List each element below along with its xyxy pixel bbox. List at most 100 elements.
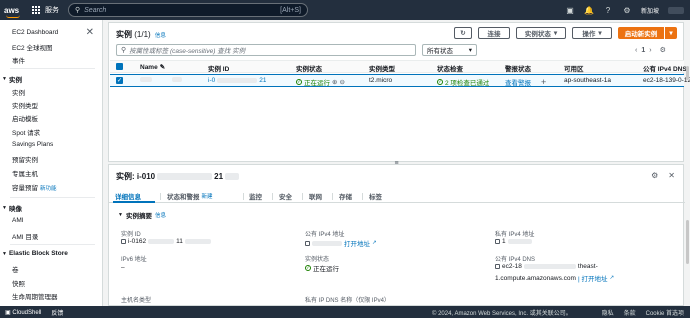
info-link[interactable]: 信息 [155,211,166,219]
sidebar-item-ami-catalog[interactable]: AMI 目录 [12,231,38,241]
prev-page-icon[interactable]: ‹ [635,47,637,54]
launch-instance-button[interactable]: 启动新实例 [618,27,664,39]
sidebar-item-capacity[interactable]: 容量预留 新功能 [12,182,57,192]
aws-logo[interactable]: aws [4,6,26,18]
feedback-link[interactable]: 反馈 [51,308,63,317]
sidebar-item-ami[interactable]: AMI [12,217,24,224]
copy-icon[interactable] [495,264,500,269]
horizontal-scrollbar[interactable] [110,151,684,156]
info-link[interactable]: 信息 [155,33,166,39]
global-search-input[interactable]: ⚲ Search [Alt+S] [68,3,308,17]
open-address-link[interactable]: | 打开地址 [578,273,608,283]
refresh-button[interactable]: ↻ [454,27,472,39]
sidebar-section-label: Elastic Block Store [8,250,68,257]
caret-down-icon: ▾ [598,30,602,37]
connect-button[interactable]: 连接 [478,27,510,39]
add-alarm-icon[interactable]: + [541,77,546,87]
column-status-check[interactable]: 状态检查 [437,63,463,73]
column-az[interactable]: 可用区 [564,63,584,73]
external-link-icon: ↗ [372,240,377,246]
status-check-value[interactable]: ✓ 2 项检查已通过 [437,77,489,87]
instance-filter-input[interactable]: ⚲ 按属性或标签 (case-sensitive) 查找 实例 [116,44,416,56]
copy-icon[interactable] [121,239,126,244]
services-grid-icon[interactable] [32,5,41,15]
sidebar-item-dedicated-hosts[interactable]: 专属主机 [12,168,38,178]
search-icon: ⚲ [121,47,127,54]
copyright-text: © 2024, Amazon Web Services, Inc. 或其关联公司… [432,310,572,317]
sidebar-item-savings-plans[interactable]: Savings Plans [12,141,53,148]
table-row[interactable]: ✓ i-0 21 ✓ 正在运行 ⊕ ⊖ t2.micro ✓ 2 项检查已通过 查看警报 +… [110,74,690,87]
close-sidebar-icon[interactable]: ✕ [86,27,94,38]
sidebar-item-dashboard[interactable]: EC2 Dashboard [12,29,58,36]
sidebar-item-volumes[interactable]: 卷 [12,264,19,274]
open-address-link[interactable]: 打开地址 [344,238,370,248]
help-icon[interactable]: ? [603,5,613,15]
vertical-scrollbar[interactable] [686,66,689,80]
column-instance-state[interactable]: 实例状态 [296,63,322,73]
table-header: Name ✎ 实例 ID 实例状态 实例类型 状态检查 警报状态 可用区 公有 I… [110,60,687,73]
success-icon: ✓ [305,265,311,271]
vertical-scrollbar-details[interactable] [686,220,689,264]
sidebar-section-images[interactable]: ▼ 映像 [2,203,22,213]
state-filter-select[interactable]: 所有状态 ▾ [422,44,477,56]
launch-dropdown-button[interactable]: ▾ [665,27,677,39]
services-menu[interactable]: 服务 [45,5,59,15]
view-alarms-link[interactable]: 查看警报 + [505,77,546,87]
sidebar-item-launch-templates[interactable]: 启动模板 [12,113,38,123]
column-instance-id[interactable]: 实例 ID [208,63,229,73]
terms-link[interactable]: 条款 [624,308,636,317]
cookie-preferences-link[interactable]: Cookie 首选项 [646,308,684,317]
sidebar-item-global-view[interactable]: EC2 全球视图 [12,42,52,52]
region-selector[interactable]: 新加坡 [641,6,659,15]
instance-summary-header[interactable]: ▼ 实例摘要 信息 [118,210,166,220]
tab-networking[interactable]: 联网 [309,191,322,201]
sidebar-section-ebs[interactable]: ▼ Elastic Block Store [2,250,68,257]
notifications-icon[interactable]: 🔔 [584,5,594,15]
caret-down-icon: ▾ [669,30,673,37]
success-icon: ✓ [296,79,302,85]
instances-panel: 实例 (1/1) 信息 ↻ 连接 实例状态 ▾ 操作 ▾ 启动新实例 ▾ ⚲ 按属性… [108,22,690,162]
actions-button[interactable]: 操作 ▾ [572,27,612,39]
column-instance-type[interactable]: 实例类型 [369,63,395,73]
sidebar-item-events[interactable]: 事件 [12,55,25,65]
tab-monitoring[interactable]: 监控 [249,191,262,201]
new-badge: 新建 [201,194,213,200]
settings-icon[interactable]: ⚙ [660,46,666,54]
sidebar-item-reserved[interactable]: 预留实例 [12,154,38,164]
cloudshell-button[interactable]: ▣ CloudShell [5,309,41,316]
tab-security[interactable]: 安全 [279,191,292,201]
tab-tags[interactable]: 标签 [369,191,382,201]
settings-icon[interactable]: ⚙ [622,5,632,15]
column-public-dns[interactable]: 公有 IPv4 DNS [643,63,687,73]
zoom-out-icon[interactable]: ⊖ [339,78,344,86]
public-dns-line2: 1.compute.amazonaws.com | 打开地址 ↗ [495,273,615,284]
account-menu[interactable] [668,6,684,14]
zoom-in-icon[interactable]: ⊕ [332,78,337,86]
copy-icon[interactable] [495,239,500,244]
edit-icon[interactable]: ✎ [160,63,165,71]
sidebar-item-lifecycle-manager[interactable]: 生命周期管理器 [12,291,58,301]
instance-state-button[interactable]: 实例状态 ▾ [516,27,566,39]
column-alarm-status[interactable]: 警报状态 [505,63,531,73]
tab-details[interactable]: 详细信息 [115,191,141,201]
settings-icon[interactable]: ⚙ [651,171,658,180]
sidebar-item-instance-types[interactable]: 实例类型 [12,100,38,110]
privacy-link[interactable]: 隐私 [602,308,614,317]
tab-status-alarms[interactable]: 状态和警报 新建 [167,191,213,201]
next-page-icon[interactable]: › [649,47,651,54]
sidebar-item-snapshots[interactable]: 快照 [12,278,25,288]
sidebar-item-spot-requests[interactable]: Spot 请求 [12,127,40,137]
sidebar-section-instances[interactable]: ▼ 实例 [2,74,22,84]
close-icon[interactable]: ✕ [668,171,675,180]
select-all-checkbox[interactable] [116,63,123,70]
caret-down-icon: ▾ [553,30,558,37]
tab-storage[interactable]: 存储 [339,191,352,201]
terminal-icon[interactable]: ▣ [565,5,575,15]
column-name[interactable]: Name ✎ [140,63,165,72]
sidebar-item-instances[interactable]: 实例 [12,87,25,97]
instance-id-link[interactable]: i-0 21 [208,77,266,84]
copy-icon[interactable] [305,240,310,246]
sidebar-section-label: 映像 [8,206,22,213]
row-checkbox[interactable]: ✓ [116,77,123,84]
current-page[interactable]: 1 [641,47,645,54]
